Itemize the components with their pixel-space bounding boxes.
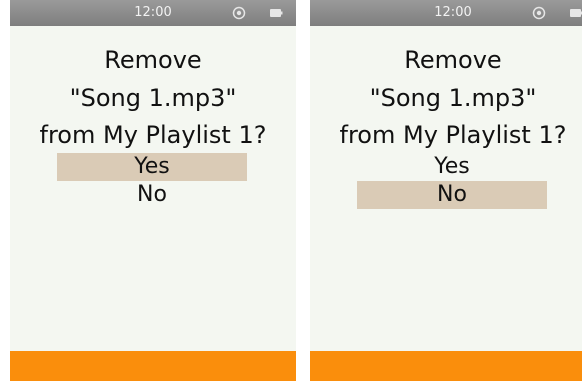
dialog-prompt-line-3: from My Playlist 1? <box>339 121 567 149</box>
status-bar: 12:00 <box>10 0 296 26</box>
dialog-prompt-line-2: "Song 1.mp3" <box>369 84 537 112</box>
dialog-prompt-line-3: from My Playlist 1? <box>39 121 267 149</box>
battery-icon <box>570 9 582 17</box>
clock: 12:00 <box>134 5 172 20</box>
dialog-prompt-line-2: "Song 1.mp3" <box>69 84 237 112</box>
device-screen-no-selected: 12:00 Remove "Song 1.mp3" from My Playli… <box>310 0 582 381</box>
bottom-bar <box>310 351 582 381</box>
dialog-prompt-line-1: Remove <box>404 46 502 74</box>
target-icon <box>232 6 246 20</box>
dialog-prompt-line-1: Remove <box>104 46 202 74</box>
target-icon <box>532 6 546 20</box>
status-bar: 12:00 <box>310 0 582 26</box>
device-screen-yes-selected: 12:00 Remove "Song 1.mp3" from My Playli… <box>10 0 296 381</box>
yes-option[interactable]: Yes <box>57 153 247 181</box>
clock: 12:00 <box>434 5 472 20</box>
battery-icon <box>270 9 283 17</box>
yes-option[interactable]: Yes <box>357 153 547 181</box>
no-option[interactable]: No <box>357 181 547 209</box>
bottom-bar <box>10 351 296 381</box>
no-option[interactable]: No <box>57 181 247 209</box>
